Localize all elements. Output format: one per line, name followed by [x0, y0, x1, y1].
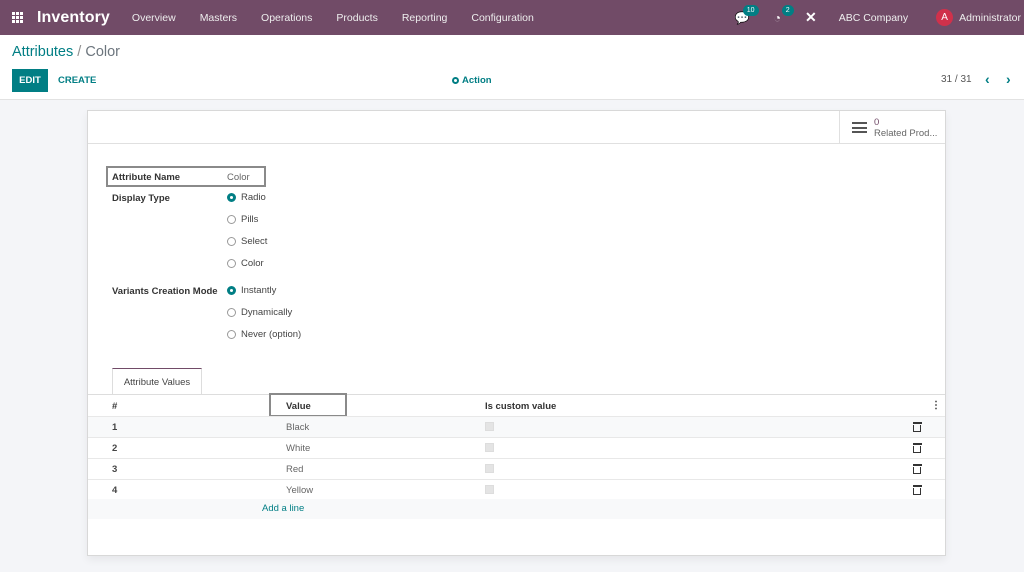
add-line-row: Add a line — [88, 499, 945, 519]
radio-unchecked-icon — [227, 237, 236, 246]
radio-label: Dynamically — [241, 307, 293, 318]
pager-value[interactable]: 31 / 31 — [941, 74, 972, 85]
row-value: White — [286, 443, 311, 454]
attribute-name-value: Color — [227, 172, 250, 183]
is-custom-checkbox[interactable] — [485, 464, 494, 473]
activities-badge: 2 — [781, 4, 794, 16]
tools-icon[interactable]: ✕ — [805, 9, 817, 26]
is-custom-checkbox[interactable] — [485, 422, 494, 431]
menu-configuration[interactable]: Configuration — [471, 12, 533, 24]
pager-next-button[interactable]: › — [1006, 71, 1011, 87]
create-button[interactable]: CREATE — [58, 75, 96, 86]
breadcrumb-separator: / — [77, 44, 82, 60]
add-a-line-link[interactable]: Add a line — [262, 503, 304, 514]
button-box: 0 Related Prod... — [88, 111, 945, 144]
display-type-radio[interactable]: Radio — [227, 192, 266, 203]
display-type-label: Display Type — [112, 193, 170, 204]
trash-icon[interactable] — [912, 422, 922, 432]
column-header-is-custom[interactable]: Is custom value — [485, 401, 556, 412]
variants-dynamically[interactable]: Dynamically — [227, 307, 292, 318]
breadcrumb: Attributes / Color — [12, 44, 120, 60]
trash-icon[interactable] — [912, 464, 922, 474]
column-header-number[interactable]: # — [112, 401, 117, 412]
control-panel: Attributes / Color EDIT CREATE Action 31… — [0, 35, 1024, 100]
related-products-button[interactable]: 0 Related Prod... — [839, 111, 945, 144]
gear-icon — [452, 77, 459, 84]
table-row[interactable]: 4 Yellow — [88, 479, 945, 500]
form-sheet: 0 Related Prod... Attribute Name Color D… — [87, 110, 946, 556]
radio-label: Radio — [241, 192, 266, 203]
activities-button[interactable]: ◔ 2 — [773, 4, 794, 25]
variants-instantly[interactable]: Instantly — [227, 285, 276, 296]
row-number: 2 — [112, 443, 118, 454]
radio-unchecked-icon — [227, 330, 236, 339]
menu-operations[interactable]: Operations — [261, 12, 312, 24]
radio-label: Never (option) — [241, 329, 302, 340]
trash-icon[interactable] — [912, 485, 922, 495]
table-row[interactable]: 3 Red — [88, 458, 945, 479]
variants-never[interactable]: Never (option) — [227, 329, 301, 340]
table-header: # Value Is custom value ⋮ — [88, 395, 945, 417]
row-value: Black — [286, 422, 310, 433]
breadcrumb-attributes[interactable]: Attributes — [12, 44, 73, 60]
radio-checked-icon — [227, 193, 236, 202]
messages-button[interactable]: 💬 10 — [735, 4, 759, 25]
top-navbar: Inventory Overview Masters Operations Pr… — [0, 0, 1024, 35]
action-button[interactable]: Action — [452, 75, 492, 86]
is-custom-checkbox[interactable] — [485, 443, 494, 452]
tab-attribute-values[interactable]: Attribute Values — [112, 368, 202, 395]
radio-label: Pills — [241, 214, 259, 225]
breadcrumb-current: Color — [85, 44, 120, 60]
radio-label: Color — [241, 258, 264, 269]
radio-unchecked-icon — [227, 215, 236, 224]
radio-unchecked-icon — [227, 308, 236, 317]
attribute-name-label: Attribute Name — [112, 172, 181, 183]
related-products-count: 0 — [874, 116, 880, 128]
action-label: Action — [462, 75, 492, 86]
table-row[interactable]: 2 White — [88, 437, 945, 458]
user-menu[interactable]: Administrator — [959, 12, 1021, 24]
row-number: 4 — [112, 485, 118, 496]
menu-reporting[interactable]: Reporting — [402, 12, 448, 24]
clock-icon: ◔ — [773, 10, 781, 25]
value-column-highlight — [269, 393, 347, 417]
optional-columns-icon[interactable]: ⋮ — [931, 400, 941, 411]
radio-unchecked-icon — [227, 259, 236, 268]
row-value: Red — [286, 464, 304, 475]
display-type-color[interactable]: Color — [227, 258, 264, 269]
pager-previous-button[interactable]: ‹ — [985, 71, 990, 87]
radio-checked-icon — [227, 286, 236, 295]
is-custom-checkbox[interactable] — [485, 485, 494, 494]
company-switcher[interactable]: ABC Company — [839, 12, 908, 24]
row-number: 3 — [112, 464, 118, 475]
related-products-label: Related Prod... — [874, 127, 938, 139]
radio-label: Instantly — [241, 285, 277, 296]
trash-icon[interactable] — [912, 443, 922, 453]
row-number: 1 — [112, 422, 118, 433]
apps-menu-icon[interactable] — [12, 12, 25, 23]
messages-badge: 10 — [742, 4, 759, 16]
display-type-pills[interactable]: Pills — [227, 214, 258, 225]
avatar[interactable]: A — [936, 9, 954, 26]
list-icon — [852, 120, 867, 136]
menu-masters[interactable]: Masters — [200, 12, 237, 24]
app-name[interactable]: Inventory — [37, 9, 110, 27]
menu-products[interactable]: Products — [336, 12, 377, 24]
radio-label: Select — [241, 236, 268, 247]
variants-mode-label: Variants Creation Mode — [112, 286, 218, 297]
display-type-select[interactable]: Select — [227, 236, 267, 247]
table-row[interactable]: 1 Black — [88, 416, 945, 437]
row-value: Yellow — [286, 485, 314, 496]
menu-overview[interactable]: Overview — [132, 12, 176, 24]
edit-button[interactable]: EDIT — [12, 69, 48, 92]
